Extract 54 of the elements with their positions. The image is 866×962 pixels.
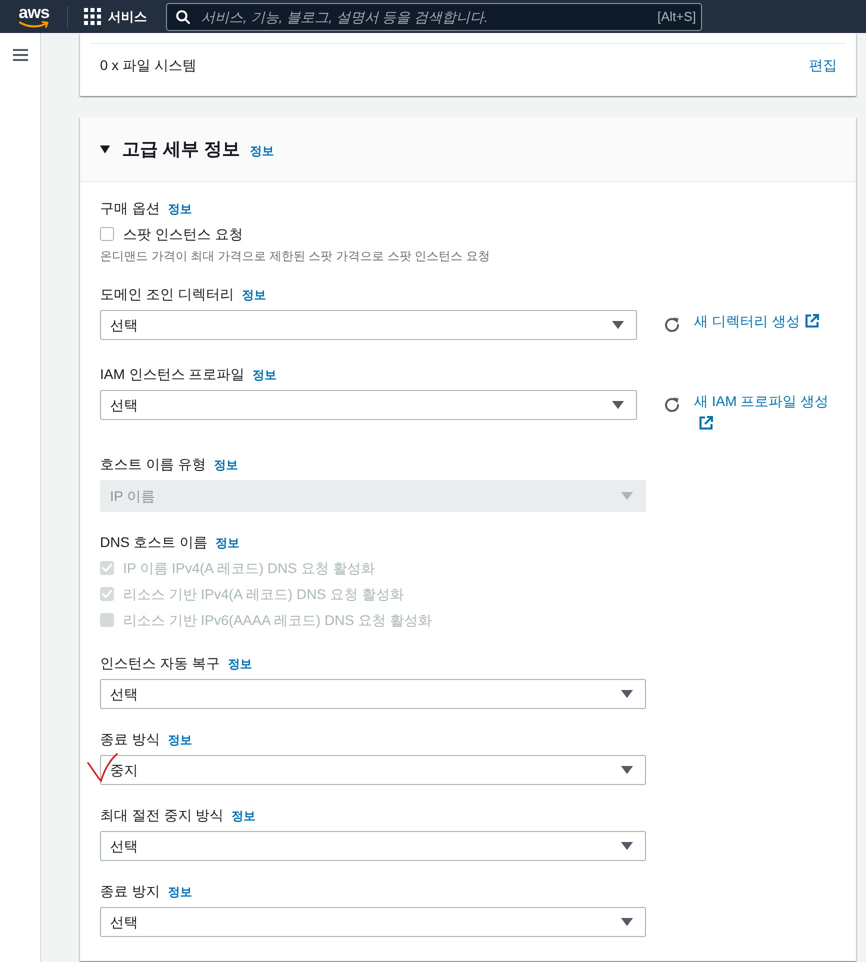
info-link[interactable]: 정보 <box>242 285 266 305</box>
refresh-icon[interactable] <box>663 396 681 414</box>
caret-down-icon <box>621 842 633 850</box>
field-label: 호스트 이름 유형 <box>100 455 206 474</box>
field-label: 종료 방식 <box>100 730 160 749</box>
field-label: DNS 호스트 이름 <box>100 533 208 552</box>
field-label: 구매 옵션 <box>100 199 160 218</box>
field-label: 최대 절전 중지 방식 <box>100 806 224 825</box>
caret-down-icon[interactable] <box>100 144 110 154</box>
caret-down-icon <box>612 321 624 329</box>
services-button[interactable]: 서비스 <box>84 4 147 30</box>
info-link[interactable]: 정보 <box>168 882 192 902</box>
grid-icon <box>84 8 101 25</box>
external-link-icon <box>804 314 819 328</box>
edit-link[interactable]: 편집 <box>809 54 837 76</box>
select-dropdown[interactable]: 선택 <box>100 831 646 861</box>
field-description: 온디맨드 가격이 최대 가격으로 제한된 스팟 가격으로 스팟 인스턴스 요청 <box>100 248 492 264</box>
info-link[interactable]: 정보 <box>168 199 192 219</box>
field-label: 종료 방지 <box>100 882 160 901</box>
aws-logo[interactable]: aws <box>18 4 50 30</box>
info-link[interactable]: 정보 <box>168 730 192 750</box>
field-label: 도메인 조인 디렉터리 <box>100 285 234 304</box>
caret-down-icon <box>621 766 633 774</box>
select-dropdown[interactable]: 선택 <box>100 907 646 937</box>
select-dropdown[interactable]: 선택 <box>100 679 646 709</box>
checkbox[interactable] <box>100 227 114 241</box>
create-link[interactable]: 새 IAM 프로파일 생성 <box>694 390 836 434</box>
info-link[interactable]: 정보 <box>232 806 256 826</box>
caret-down-icon <box>621 690 633 698</box>
external-link-icon <box>699 416 713 430</box>
info-link[interactable]: 정보 <box>252 365 277 385</box>
field-label: IAM 인스턴스 프로파일 <box>100 365 245 384</box>
menu-icon[interactable] <box>12 49 28 61</box>
caret-down-icon <box>621 918 633 926</box>
refresh-icon[interactable] <box>663 316 681 334</box>
select-dropdown[interactable]: 중지 <box>100 755 646 785</box>
select-dropdown[interactable]: 선택 <box>100 310 637 340</box>
caret-down-icon <box>621 492 633 500</box>
info-link[interactable]: 정보 <box>228 654 252 674</box>
checkbox-label: 리소스 기반 IPv4(A 레코드) DNS 요청 활성화 <box>123 585 404 604</box>
select-dropdown[interactable]: 선택 <box>100 390 637 420</box>
keyboard-shortcut: [Alt+S] <box>657 8 696 26</box>
create-link[interactable]: 새 디렉터리 생성 <box>694 310 836 332</box>
checkbox-label: IP 이름 IPv4(A 레코드) DNS 요청 활성화 <box>123 559 375 578</box>
checkbox-label: 리소스 기반 IPv6(AAAA 레코드) DNS 요청 활성화 <box>123 611 432 630</box>
info-link[interactable]: 정보 <box>250 142 274 160</box>
checkbox-label: 스팟 인스턴스 요청 <box>123 225 243 244</box>
caret-down-icon <box>612 401 624 409</box>
field-label: 인스턴스 자동 복구 <box>100 654 220 673</box>
section-title: 고급 세부 정보 <box>122 138 240 161</box>
storage-summary-text: 0 x 파일 시스템 <box>100 56 196 74</box>
info-link[interactable]: 정보 <box>215 533 240 553</box>
smile-arrow-icon <box>19 20 49 28</box>
search-icon <box>176 10 190 24</box>
